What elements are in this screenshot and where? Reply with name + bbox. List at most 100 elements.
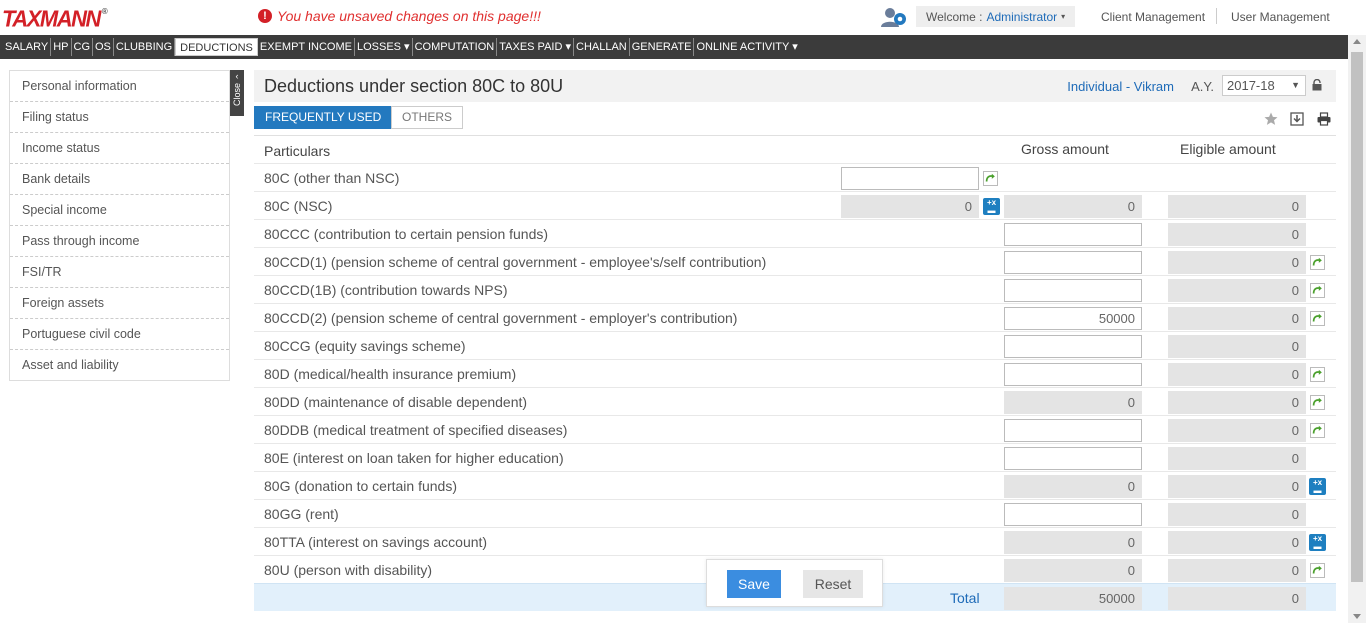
nav-os[interactable]: OS — [93, 38, 114, 56]
nav-computation[interactable]: COMPUTATION — [413, 38, 498, 56]
sidebar-item-asset-and-liability[interactable]: Asset and liability — [10, 350, 229, 381]
lock-icon[interactable] — [1312, 79, 1322, 91]
nav-deductions[interactable]: DEDUCTIONS — [175, 38, 258, 56]
table-row: 80CCG (equity savings scheme) 0 — [254, 331, 1336, 359]
sidebar-item-filing-status[interactable]: Filing status — [10, 102, 229, 133]
nav-generate[interactable]: GENERATE — [630, 38, 695, 56]
table-row: 80CCD(1) (pension scheme of central gove… — [254, 247, 1336, 275]
assessment-year-select[interactable]: 2017-18 ▼ — [1222, 75, 1306, 96]
add-details-icon[interactable]: +x ▬ — [1309, 534, 1326, 551]
add-details-icon[interactable]: +x ▬ — [983, 198, 1000, 215]
table-row: 80D (medical/health insurance premium) 0 — [254, 359, 1336, 387]
gross-amount-input[interactable] — [1004, 335, 1142, 358]
download-icon[interactable] — [1290, 112, 1304, 126]
recalculate-icon[interactable] — [1310, 423, 1325, 438]
page-scrollbar[interactable] — [1348, 35, 1366, 623]
eligible-amount: 0 — [1168, 531, 1306, 554]
sidebar-item-personal-information[interactable]: Personal information — [10, 71, 229, 102]
gross-amount-input[interactable] — [1004, 503, 1142, 526]
gross-amount-input[interactable] — [1004, 447, 1142, 470]
table-row: 80G (donation to certain funds) 0 0 +x ▬ — [254, 471, 1336, 499]
particulars-header: Particulars — [264, 143, 331, 159]
gross-amount-input[interactable] — [1004, 279, 1142, 302]
sidebar-close-tab[interactable]: ‹ Close — [230, 70, 244, 116]
action-panel: Save Reset — [706, 559, 883, 607]
row-label: 80D (medical/health insurance premium) — [264, 366, 517, 382]
sidebar-item-bank-details[interactable]: Bank details — [10, 164, 229, 195]
eligible-amount: 0 — [1168, 251, 1306, 274]
sidebar: Personal information Filing status Incom… — [9, 70, 230, 381]
row-label: 80GG (rent) — [264, 506, 339, 522]
nav-online-activity[interactable]: ONLINE ACTIVITY ▾ — [694, 38, 799, 56]
table-row: 80DDB (medical treatment of specified di… — [254, 415, 1336, 443]
gross-amount: 0 — [1004, 531, 1142, 554]
row-label: 80U (person with disability) — [264, 562, 433, 578]
nav-exempt-income[interactable]: EXEMPT INCOME — [258, 38, 355, 56]
scroll-thumb[interactable] — [1351, 52, 1363, 582]
gross-amount-input[interactable] — [1004, 363, 1142, 386]
sidebar-item-pass-through-income[interactable]: Pass through income — [10, 226, 229, 257]
scroll-up-icon[interactable] — [1353, 39, 1361, 44]
print-icon[interactable] — [1317, 112, 1331, 126]
recalculate-icon[interactable] — [1310, 255, 1325, 270]
add-details-icon[interactable]: +x ▬ — [1309, 478, 1326, 495]
recalculate-icon[interactable] — [1310, 367, 1325, 382]
chevron-down-icon: ▼ — [1291, 80, 1300, 90]
table-row: 80E (interest on loan taken for higher e… — [254, 443, 1336, 471]
scroll-down-icon[interactable] — [1353, 614, 1361, 619]
sidebar-item-fsi-tr[interactable]: FSI/TR — [10, 257, 229, 288]
nav-salary[interactable]: SALARY — [3, 38, 52, 56]
chevron-left-icon: ‹ — [235, 71, 239, 81]
80c-amount-input[interactable] — [841, 167, 979, 190]
sidebar-item-income-status[interactable]: Income status — [10, 133, 229, 164]
top-header: TAXMANN ® ! You have unsaved changes on t… — [0, 0, 1366, 35]
recalculate-icon[interactable] — [1310, 283, 1325, 298]
table-row: 80TTA (interest on savings account) 0 0 … — [254, 527, 1336, 555]
assessee-link[interactable]: Individual - Vikram — [1067, 79, 1174, 94]
gross-amount-input[interactable] — [1004, 251, 1142, 274]
row-label: 80E (interest on loan taken for higher e… — [264, 450, 564, 466]
client-management-link[interactable]: Client Management — [1101, 10, 1205, 24]
main-nav: SALARY HP CG OS CLUBBING DEDUCTIONS EXEM… — [0, 35, 1348, 59]
tab-frequently-used[interactable]: FREQUENTLY USED — [254, 106, 393, 129]
star-icon[interactable] — [1264, 112, 1278, 126]
table-row: 80C (other than NSC) — [254, 163, 1336, 191]
nav-hp[interactable]: HP — [51, 38, 72, 56]
username: Administrator — [986, 9, 1058, 24]
total-gross-amount: 50000 — [1004, 587, 1142, 610]
gross-amount-input[interactable]: 50000 — [1004, 307, 1142, 330]
table-header-row: Particulars Gross amount Eligible amount — [254, 135, 1336, 163]
recalculate-icon[interactable] — [1310, 563, 1325, 578]
nav-taxes-paid[interactable]: TAXES PAID ▾ — [497, 38, 574, 56]
table-row: 80GG (rent) 0 — [254, 499, 1336, 527]
save-button[interactable]: Save — [727, 570, 781, 598]
nav-losses[interactable]: LOSSES ▾ — [355, 38, 413, 56]
sidebar-item-foreign-assets[interactable]: Foreign assets — [10, 288, 229, 319]
gross-amount-header: Gross amount — [1021, 141, 1109, 157]
taxmann-logo[interactable]: TAXMANN ® — [2, 5, 108, 32]
recalculate-icon[interactable] — [1310, 395, 1325, 410]
sidebar-item-special-income[interactable]: Special income — [10, 195, 229, 226]
ay-label: A.Y. — [1191, 79, 1214, 94]
nav-challan[interactable]: CHALLAN — [574, 38, 630, 56]
row-label: 80CCC (contribution to certain pension f… — [264, 226, 549, 242]
user-management-link[interactable]: User Management — [1231, 10, 1330, 24]
page-title: Deductions under section 80C to 80U — [264, 76, 564, 96]
reset-button[interactable]: Reset — [803, 570, 863, 598]
recalculate-icon[interactable] — [1310, 311, 1325, 326]
gross-amount-input[interactable] — [1004, 419, 1142, 442]
nav-cg[interactable]: CG — [72, 38, 93, 56]
recalculate-icon[interactable] — [983, 171, 998, 186]
deductions-table: Particulars Gross amount Eligible amount… — [254, 135, 1336, 611]
welcome-dropdown[interactable]: Welcome : Administrator ▾ — [916, 6, 1076, 27]
user-settings-icon[interactable] — [880, 6, 908, 28]
nav-clubbing[interactable]: CLUBBING — [114, 38, 176, 56]
row-label: 80G (donation to certain funds) — [264, 478, 458, 494]
sidebar-item-portuguese-civil-code[interactable]: Portuguese civil code — [10, 319, 229, 350]
gross-amount-input[interactable] — [1004, 223, 1142, 246]
eligible-amount: 0 — [1168, 475, 1306, 498]
table-row: 80CCD(1B) (contribution towards NPS) 0 — [254, 275, 1336, 303]
total-eligible-amount: 0 — [1168, 587, 1306, 610]
header-divider — [1216, 8, 1217, 24]
tab-others[interactable]: OTHERS — [391, 106, 464, 129]
